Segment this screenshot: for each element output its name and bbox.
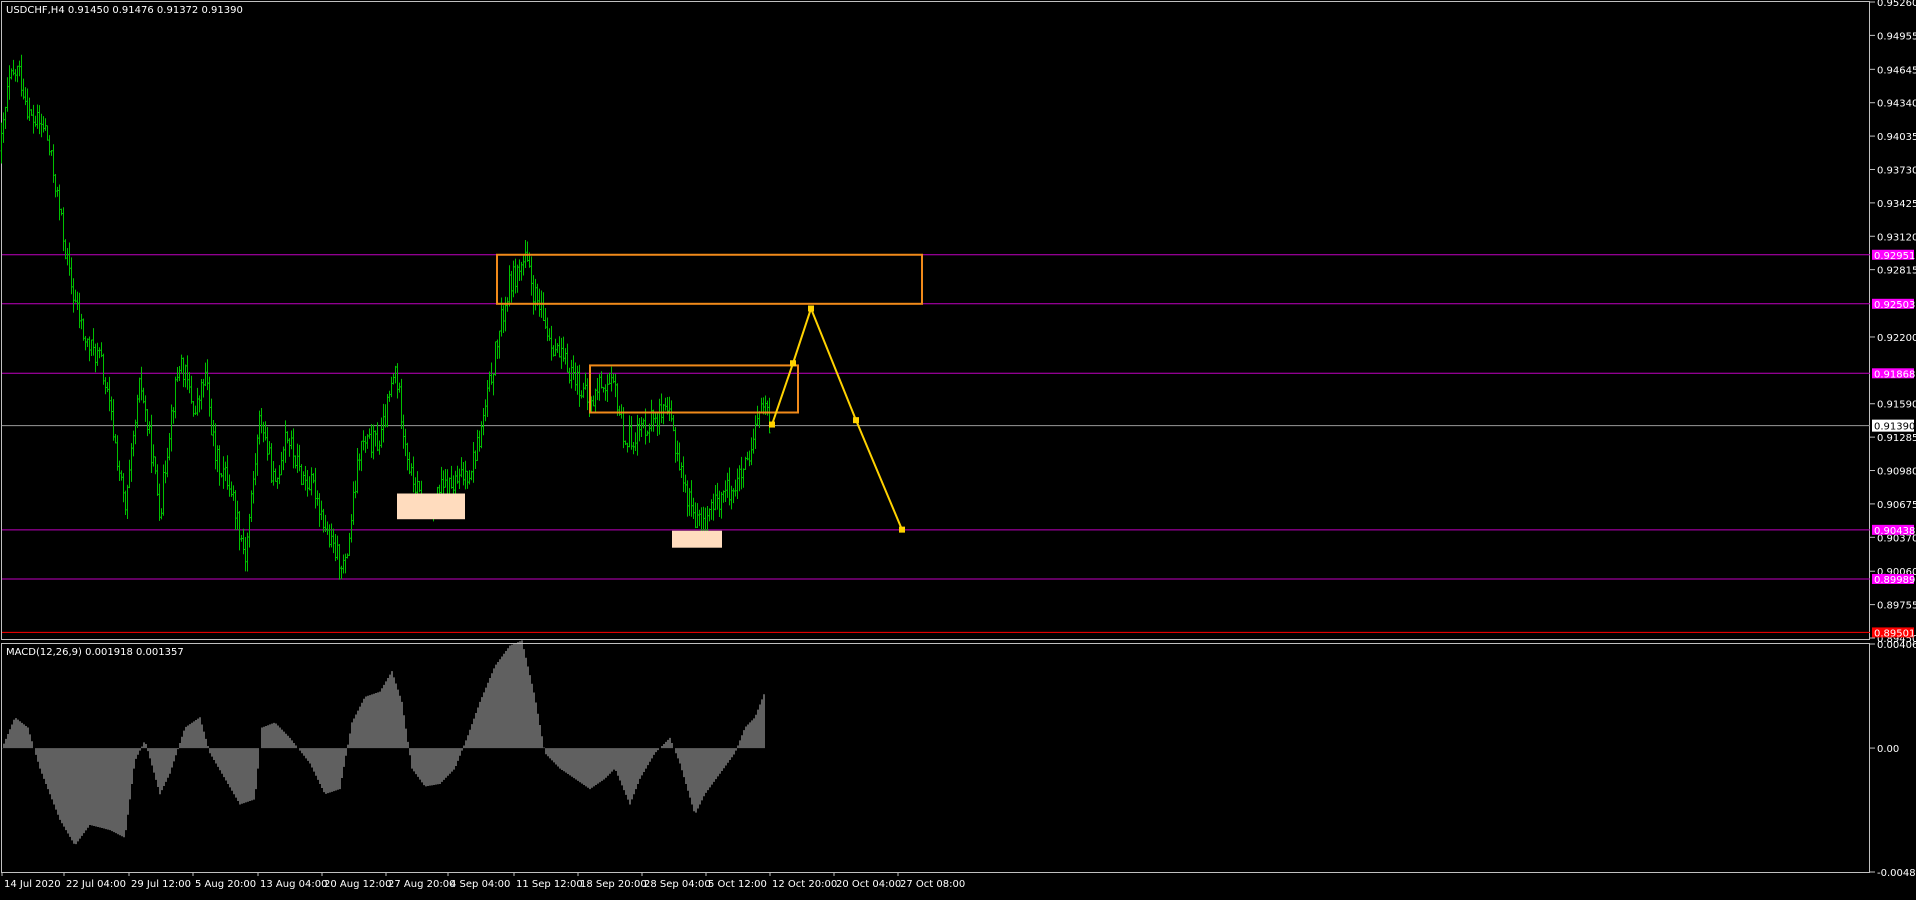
price-tick-label: 0.91285	[1877, 433, 1916, 444]
price-tick-label: 0.92815	[1877, 266, 1916, 277]
price-tick-label: 0.91590	[1877, 400, 1916, 411]
price-tick-label: 0.95260	[1877, 0, 1916, 9]
time-tick-label: 18 Sep 20:00	[580, 879, 647, 890]
demand-zone-box	[672, 530, 722, 548]
time-tick-label: 4 Sep 04:00	[450, 879, 510, 890]
price-tick-label: 0.93730	[1877, 165, 1916, 176]
time-tick-label: 27 Oct 08:00	[900, 879, 965, 890]
macd-tick-label: 0.00	[1877, 744, 1899, 755]
trading-chart-svg[interactable]: 0.95260 0.94955 0.94645 0.94340 0.94035 0.937…	[0, 0, 1916, 896]
chart-background	[0, 0, 1916, 896]
time-tick-label: 20 Oct 04:00	[836, 879, 901, 890]
time-tick-label: 22 Jul 04:00	[66, 879, 126, 890]
time-tick-label: 27 Aug 20:00	[388, 879, 455, 890]
time-tick-label: 20 Aug 12:00	[324, 879, 391, 890]
macd-tick-label: -0.004835	[1877, 868, 1916, 879]
projection-point[interactable]	[853, 417, 859, 424]
level-price-label: 0.91868	[1874, 369, 1915, 380]
level-price-label: 0.92951	[1874, 251, 1915, 262]
current-price-label: 0.91390	[1874, 422, 1915, 433]
price-tick-label: 0.94955	[1877, 31, 1916, 42]
time-tick-label: 11 Sep 12:00	[516, 879, 583, 890]
price-tick-label: 0.94340	[1877, 99, 1916, 110]
price-tick-label: 0.93120	[1877, 232, 1916, 243]
level-price-label: 0.89501	[1874, 628, 1915, 639]
price-tick-label: 0.93425	[1877, 199, 1916, 210]
projection-point[interactable]	[790, 360, 796, 367]
symbol-info-label: USDCHF,H4 0.91450 0.91476 0.91372 0.9139…	[6, 5, 243, 16]
time-tick-label: 29 Jul 12:00	[131, 879, 191, 890]
price-tick-label: 0.94035	[1877, 132, 1916, 143]
time-tick-label: 5 Aug 20:00	[195, 879, 256, 890]
time-tick-label: 5 Oct 12:00	[708, 879, 767, 890]
price-tick-label: 0.89755	[1877, 601, 1916, 612]
price-tick-label: 0.94645	[1877, 65, 1916, 76]
time-tick-label: 13 Aug 04:00	[260, 879, 327, 890]
macd-tick-label: 0.00406	[1877, 640, 1916, 651]
chart-canvas[interactable]: 0.95260 0.94955 0.94645 0.94340 0.94035 0.937…	[0, 0, 1916, 896]
price-tick-label: 0.90675	[1877, 500, 1916, 511]
price-tick-label: 0.90980	[1877, 467, 1916, 478]
level-price-label: 0.90438	[1874, 526, 1915, 537]
demand-zone-box	[397, 493, 465, 520]
level-price-label: 0.89989	[1874, 575, 1915, 586]
projection-point[interactable]	[808, 305, 814, 312]
time-tick-label: 12 Oct 20:00	[772, 879, 837, 890]
projection-point[interactable]	[769, 421, 775, 428]
time-tick-label: 28 Sep 04:00	[644, 879, 711, 890]
time-tick-label: 14 Jul 2020	[4, 879, 61, 890]
level-price-label: 0.92503	[1874, 300, 1915, 311]
price-tick-label: 0.92200	[1877, 333, 1916, 344]
macd-indicator-label: MACD(12,26,9) 0.001918 0.001357	[6, 647, 184, 658]
projection-point[interactable]	[899, 526, 905, 533]
